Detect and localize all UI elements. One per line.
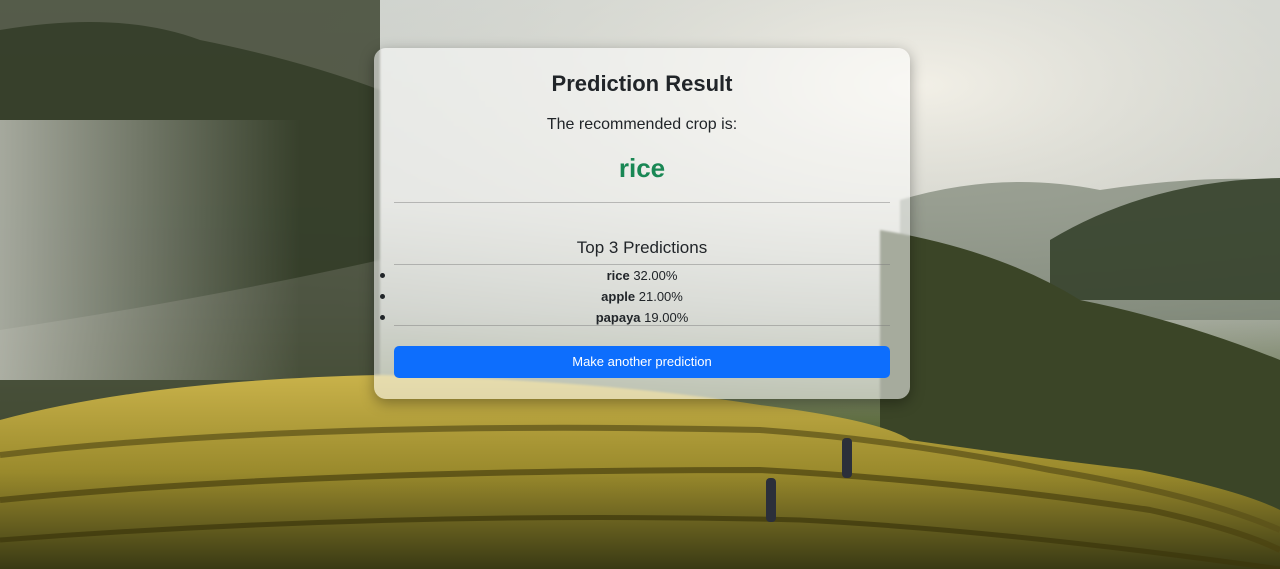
prediction-result-card: Prediction Result The recommended crop i…	[374, 48, 910, 399]
list-item: rice 32.00%	[374, 265, 910, 286]
prediction-percent: 21.00%	[638, 289, 683, 304]
recommendation-label: The recommended crop is:	[546, 116, 738, 133]
bullet-icon	[380, 294, 385, 299]
page-title: Prediction Result	[551, 71, 733, 96]
prediction-crop-name: papaya	[595, 310, 641, 325]
divider	[394, 202, 890, 203]
top-predictions-heading: Top 3 Predictions	[576, 238, 708, 257]
prediction-percent: 32.00%	[633, 268, 678, 283]
bullet-icon	[380, 315, 385, 320]
divider	[394, 325, 890, 326]
recommended-crop: rice	[618, 153, 666, 183]
bullet-icon	[380, 273, 385, 278]
list-item: apple 21.00%	[374, 286, 910, 307]
top-predictions-list: rice 32.00% apple 21.00% papaya 19.00%	[374, 265, 910, 328]
prediction-crop-name: apple	[601, 289, 636, 304]
make-another-prediction-button[interactable]: Make another prediction	[394, 346, 890, 378]
prediction-crop-name: rice	[606, 268, 630, 283]
prediction-percent: 19.00%	[644, 310, 689, 325]
